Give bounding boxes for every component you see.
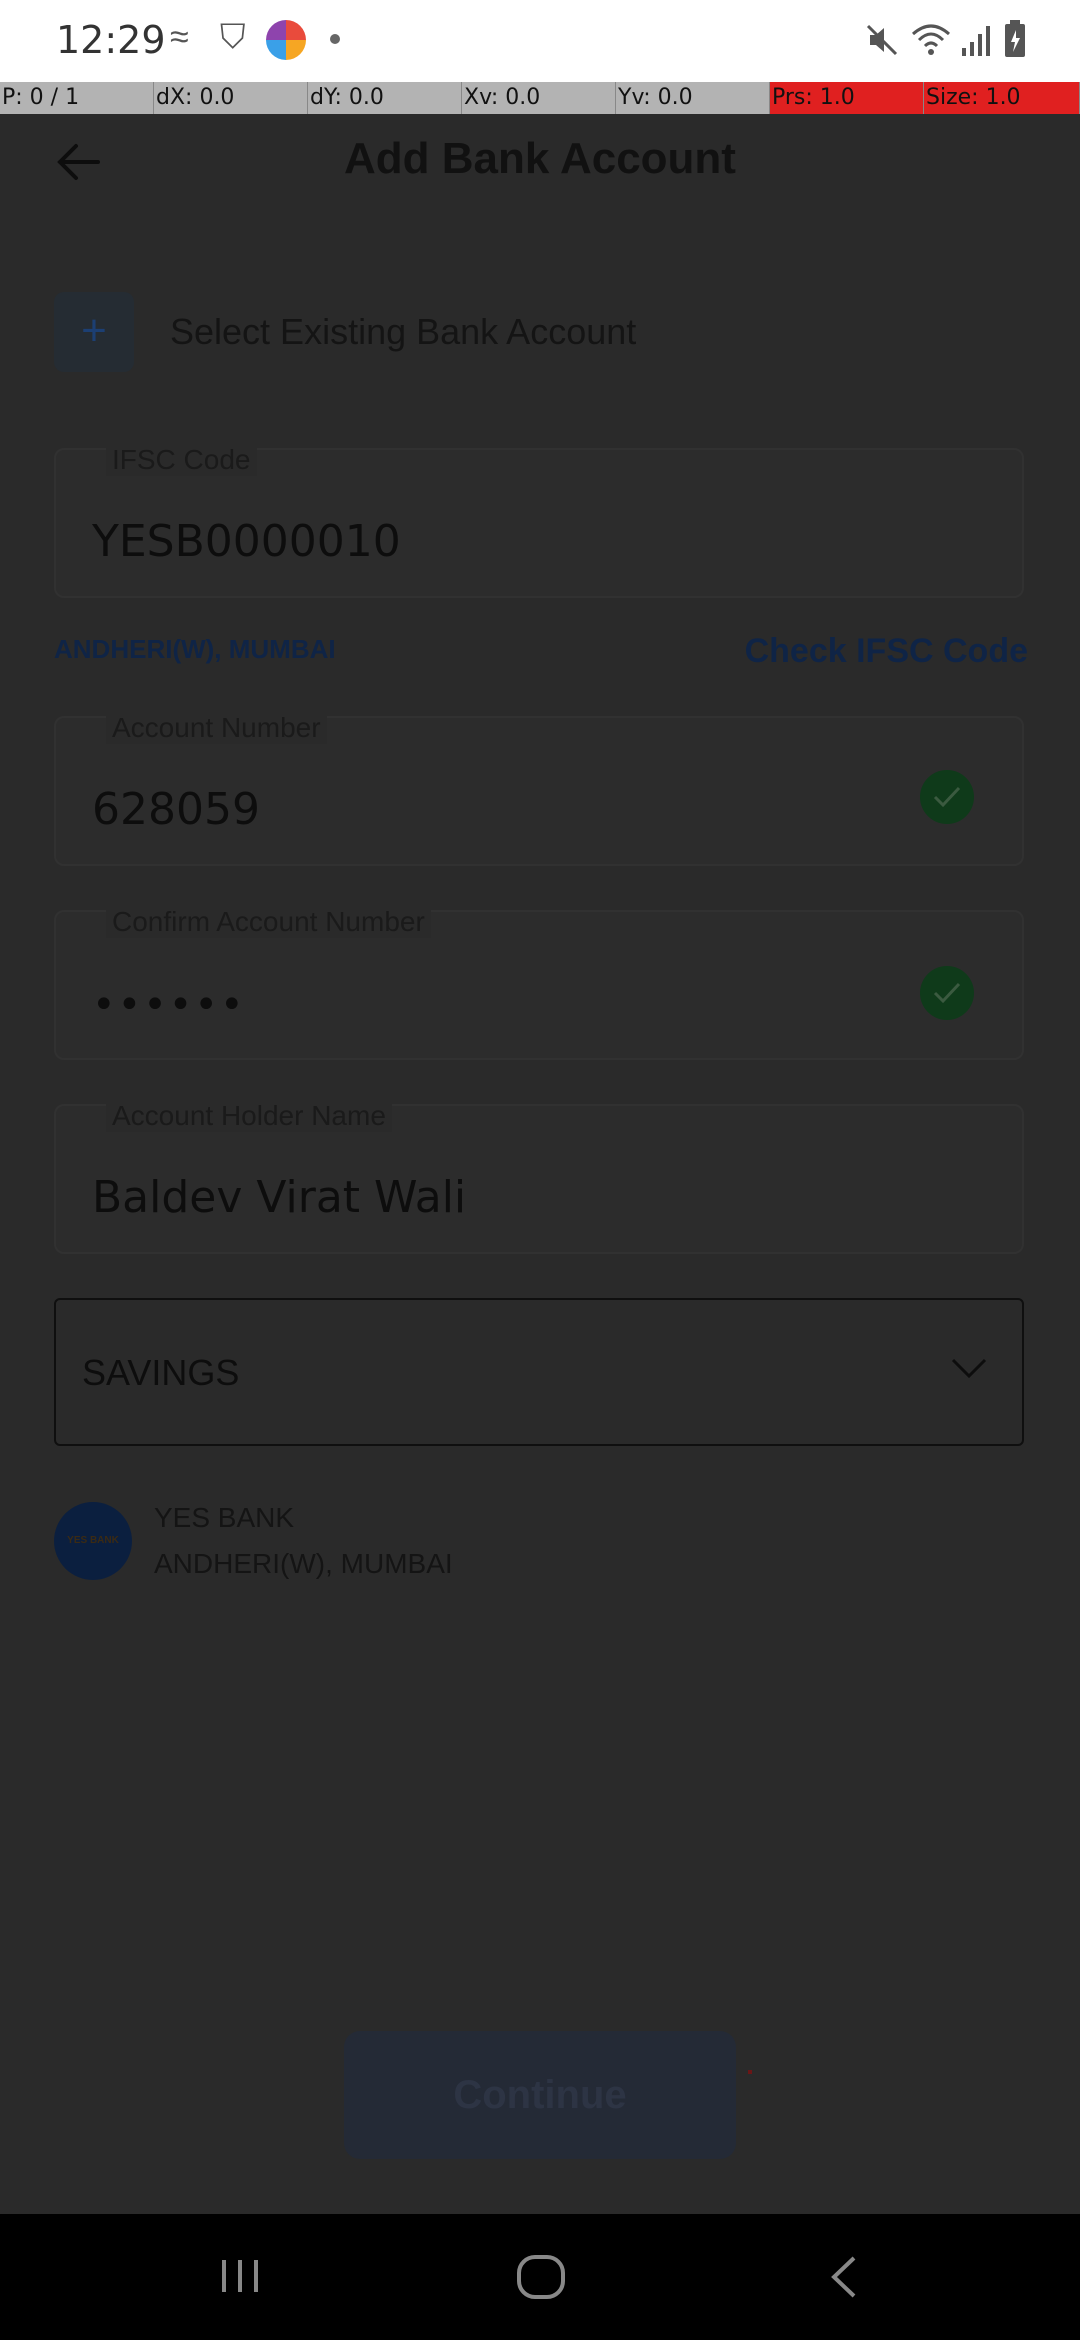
account-number-field[interactable]: Account Number 628059 [54,712,1024,866]
continue-button[interactable]: Continue [344,2031,736,2159]
velocity-x: Xv: 0.0 [462,82,616,114]
home-icon[interactable] [516,2254,566,2300]
rapido-icon: ≈ [170,18,189,56]
confirm-account-number-field[interactable]: Confirm Account Number •••••• [54,906,1024,1060]
delta-x: dX: 0.0 [154,82,308,114]
add-bank-account-screen: Add Bank Account + Select Existing Bank … [0,114,1080,2214]
vpn-icon: ⛉ [220,18,246,56]
account-type-value: SAVINGS [82,1352,240,1393]
ifsc-field[interactable]: IFSC Code YESB0000010 [54,444,1024,598]
check-icon [920,966,974,1020]
chevron-down-icon [951,1358,987,1379]
account-holder-name-value: Baldev Virat Wali [92,1172,467,1223]
recent-apps-icon[interactable] [218,2254,262,2298]
app-icon [266,20,306,60]
page-title: Add Bank Account [344,134,736,183]
confirm-account-number-value: •••••• [92,982,246,1028]
status-time: 12:29 [56,18,166,62]
battery-icon [1005,20,1025,57]
account-type-dropdown[interactable]: SAVINGS [54,1298,1024,1446]
bank-logo: YES BANK [54,1502,132,1580]
plus-icon: + [54,292,134,372]
signal-icon [962,26,990,56]
check-ifsc-link[interactable]: Check IFSC Code [745,632,1028,671]
ifsc-label: IFSC Code [106,444,257,476]
account-holder-name-field[interactable]: Account Holder Name Baldev Virat Wali [54,1100,1024,1254]
check-icon [920,770,974,824]
ifsc-value: YESB0000010 [92,516,401,567]
touch-size: Size: 1.0 [924,82,1080,114]
status-bar: 12:29 ≈ ⛉ [0,0,1080,82]
account-holder-name-label: Account Holder Name [106,1100,392,1132]
select-existing-label: Select Existing Bank Account [170,311,637,352]
mute-icon [866,24,898,56]
velocity-y: Yv: 0.0 [616,82,770,114]
select-existing-bank-button[interactable]: + Select Existing Bank Account [54,290,636,374]
account-number-value: 628059 [92,784,260,835]
bank-name: YES BANK [154,1502,295,1533]
notification-dot-icon [330,34,340,44]
back-nav-icon[interactable] [826,2254,860,2300]
pointer-count: P: 0 / 1 [0,82,154,114]
bank-branch: ANDHERI(W), MUMBAI [154,1548,453,1579]
touch-indicator [748,2070,752,2074]
ifsc-branch-hint: ANDHERI(W), MUMBAI [54,634,336,664]
confirm-account-number-label: Confirm Account Number [106,906,431,938]
wifi-icon [912,24,950,55]
pressure: Prs: 1.0 [770,82,924,114]
system-nav-bar [0,2214,1080,2340]
pointer-location-overlay: P: 0 / 1 dX: 0.0 dY: 0.0 Xv: 0.0 Yv: 0.0… [0,82,1080,114]
account-number-label: Account Number [106,712,327,744]
delta-y: dY: 0.0 [308,82,462,114]
